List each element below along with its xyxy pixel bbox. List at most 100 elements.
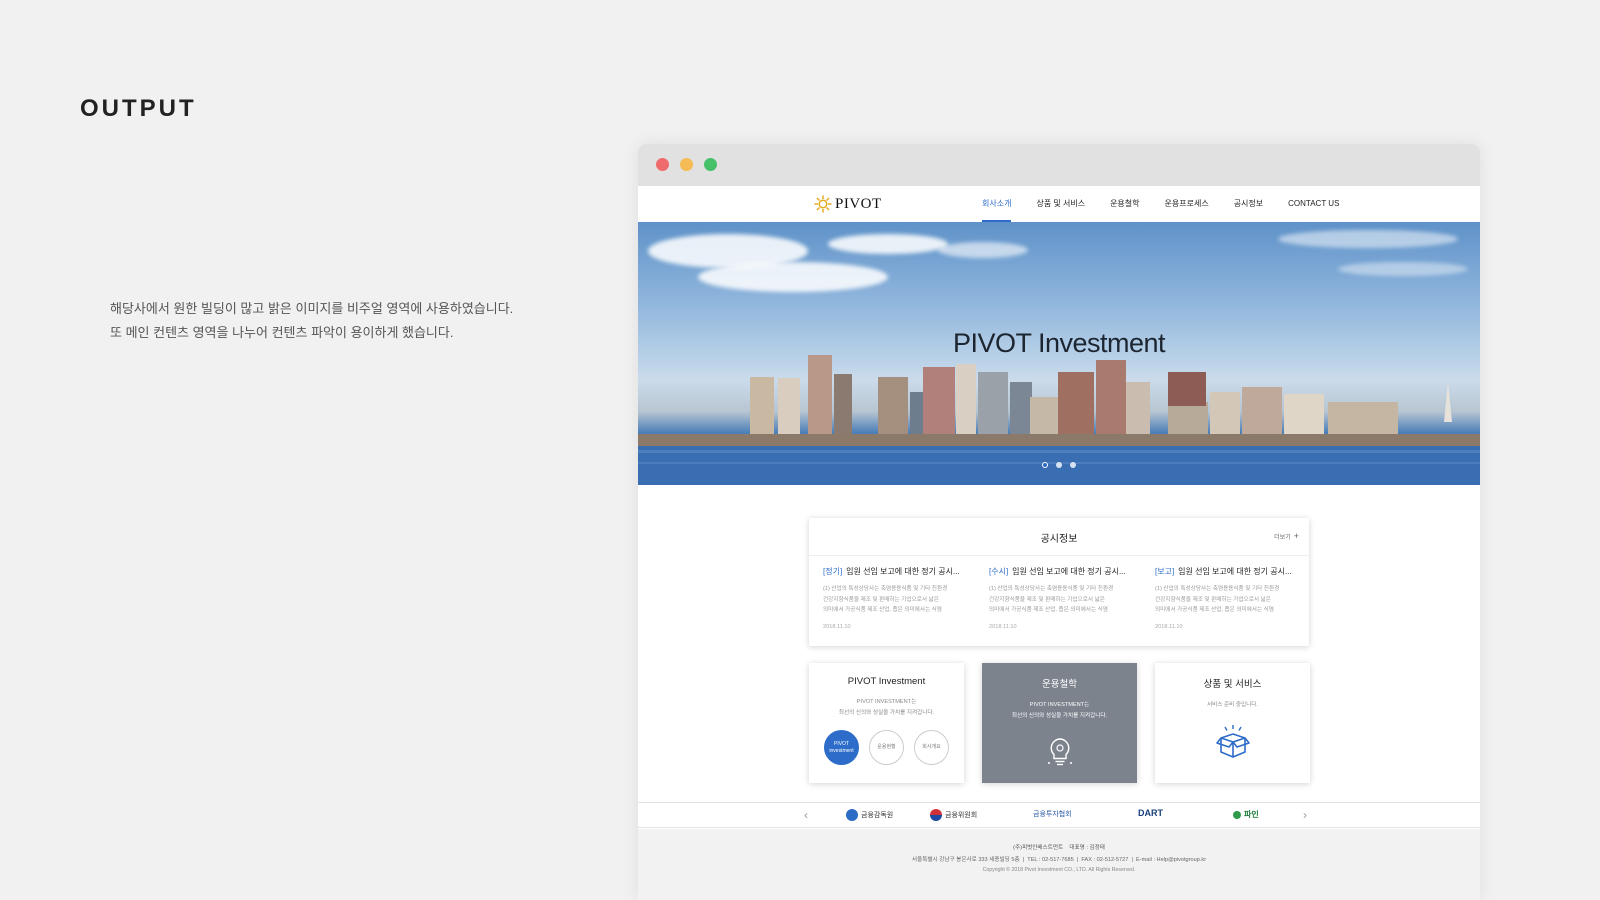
partner-label: 금융위원회 <box>945 812 978 819</box>
nav-item-contact[interactable]: CONTACT US <box>1288 186 1339 222</box>
minimize-window-dot[interactable] <box>680 158 693 171</box>
notice-body-line: (1) 산업의 특성상당사는 축염용용식품 및 기타 친환경 <box>989 586 1114 592</box>
partner-bar: ‹ 금융감독원 금융위원회 금융투자협회 DART 파인 › <box>638 802 1480 828</box>
notice-body-line: 의미에서 가공식품 제조 산업, 좁은 의미에서는 식염 <box>989 607 1108 613</box>
close-window-dot[interactable] <box>656 158 669 171</box>
card-subtitle: 서비스 준비 중입니다. <box>1155 700 1310 711</box>
description-line: 해당사에서 원한 빌딩이 많고 밝은 이미지를 비주얼 영역에 사용하였습니다. <box>110 301 514 316</box>
partner-fine[interactable]: 파인 <box>1233 809 1259 820</box>
lightbulb-gear-icon <box>1047 738 1072 766</box>
nav-item-process[interactable]: 운용프로세스 <box>1165 186 1209 222</box>
company-overview-circle[interactable]: 회사개요 <box>914 730 949 765</box>
globe-icon <box>846 809 858 821</box>
pivot-investment-circle[interactable]: PIVOT investment <box>824 730 859 765</box>
card-title: 상품 및 서비스 <box>1203 679 1262 690</box>
card-title: PIVOT Investment <box>847 676 926 687</box>
notice-body-line: 의미에서 가공식품 제조 산업, 좁은 의미에서는 식염 <box>1155 607 1274 613</box>
hero-visual: PIVOT Investment <box>638 222 1480 485</box>
notice-headline: 임원 선임 보고에 대한 정기 공시... <box>1178 567 1292 576</box>
notice-body: (1) 산업의 특성상당사는 축염용용식품 및 기타 친환경 건강지향식품을 제… <box>823 584 951 616</box>
notice-tag: [수시] <box>989 567 1009 576</box>
footer-email[interactable]: E-mail : Help@pivotgroup.kr <box>1136 857 1206 863</box>
nav-item-disclosure[interactable]: 공시정보 <box>1234 186 1263 222</box>
main-nav: 회사소개 상품 및 서비스 운용철학 운용프로세스 공시정보 CONTACT U… <box>982 186 1364 222</box>
partner-fss[interactable]: 금융감독원 <box>846 809 893 821</box>
notice-body: (1) 산업의 특성상당사는 축염용용식품 및 기타 친환경 건강지향식품을 제… <box>989 584 1117 616</box>
notice-board: 공시정보 더보기 + [정기] 임원 선임 보고에 대한 정기 공시... (1) … <box>809 518 1309 646</box>
investment-card: PIVOT Investment PIVOT INVESTMENT는 최선의 신… <box>809 663 964 783</box>
open-box-icon <box>1215 725 1250 758</box>
notice-title: 공시정보 <box>1040 534 1078 545</box>
products-card[interactable]: 상품 및 서비스 서비스 준비 중입니다. <box>1155 663 1310 783</box>
partner-kofia[interactable]: 금융투자협회 <box>1033 809 1072 819</box>
nav-item-products[interactable]: 상품 및 서비스 <box>1036 186 1085 222</box>
notice-body-line: 건강지향식품을 제조 및 판매하는 기업으로서 넓은 <box>823 596 939 603</box>
partner-fsc[interactable]: 금융위원회 <box>930 809 977 821</box>
logo-text: PIVOT <box>835 195 882 212</box>
description: 해당사에서 원한 빌딩이 많고 밝은 이미지를 비주얼 영역에 사용하였습니다.… <box>110 297 513 345</box>
more-label: 더보기 <box>1274 535 1291 541</box>
card-title: 운용철학 <box>1042 679 1077 690</box>
notice-headline: 임원 선임 보고에 대한 정기 공시... <box>1012 567 1126 576</box>
notice-date: 2018.11.10 <box>823 623 851 630</box>
plus-icon: + <box>1293 531 1299 541</box>
notice-body-line: (1) 산업의 특성상당사는 축염용용식품 및 기타 친환경 <box>1155 586 1280 592</box>
notice-body-line: 의미에서 가공식품 제조 산업, 좁은 의미에서는 식염 <box>823 607 942 613</box>
card-subtitle: PIVOT INVESTMENT는 최선의 신의와 성실을 가치를 지켜갑니다. <box>809 697 964 719</box>
sun-logo-icon <box>814 195 832 213</box>
site-footer: (주)피벗인베스트먼트 대표명 : 김정태 서울특별시 강남구 봉은사로 333… <box>638 829 1480 900</box>
card-subtitle-line: 최선의 신의와 성실을 가치를 지켜갑니다. <box>1011 713 1108 719</box>
card-subtitle: PIVOT INVESTMENT는 최선의 신의와 성실을 가치를 지켜갑니다. <box>982 700 1137 722</box>
notice-body: (1) 산업의 특성상당사는 축염용용식품 및 기타 친환경 건강지향식품을 제… <box>1155 584 1283 616</box>
more-link[interactable]: 더보기 + <box>1274 531 1299 541</box>
slider-dot[interactable] <box>1070 462 1076 468</box>
notice-item[interactable]: [보고] 임원 선임 보고에 대한 정기 공시... (1) 산업의 특성상당사는… <box>1155 566 1292 630</box>
card-subtitle-line: PIVOT INVESTMENT는 <box>856 699 917 705</box>
footer-address: 서울특별시 강남구 봉은사로 333 세종빌딩 5층 <box>911 857 1020 863</box>
footer-copyright: Copyright © 2018 Pivot Investment CO., L… <box>982 867 1136 873</box>
circle-label: PIVOT <box>833 740 849 747</box>
slider-dots <box>638 462 1480 468</box>
partner-label: DART <box>1138 808 1163 818</box>
partner-dart[interactable]: DART <box>1138 808 1163 818</box>
philosophy-card[interactable]: 운용철학 PIVOT INVESTMENT는 최선의 신의와 성실을 가치를 지… <box>982 663 1137 783</box>
main-content: 공시정보 더보기 + [정기] 임원 선임 보고에 대한 정기 공시... (1) … <box>638 485 1480 815</box>
notice-item-title: [수시] 임원 선임 보고에 대한 정기 공시... <box>989 566 1126 577</box>
footer-company: (주)피벗인베스트먼트 <box>1013 845 1064 851</box>
divider <box>809 555 1309 556</box>
next-arrow-icon[interactable]: › <box>1303 808 1307 822</box>
card-subtitle-line: 최선의 신의와 성실을 가치를 지켜갑니다. <box>838 710 935 716</box>
site-header: PIVOT 회사소개 상품 및 서비스 운용철학 운용프로세스 공시정보 CON… <box>638 186 1480 222</box>
slider-dot[interactable] <box>1056 462 1062 468</box>
circle-label: investment <box>829 747 854 754</box>
notice-tag: [보고] <box>1155 567 1175 576</box>
notice-item[interactable]: [정기] 임원 선임 보고에 대한 정기 공시... (1) 산업의 특성상당사는… <box>823 566 960 630</box>
card-subtitle-line: PIVOT INVESTMENT는 <box>1029 702 1090 708</box>
notice-body-line: (1) 산업의 특성상당사는 축염용용식품 및 기타 친환경 <box>823 586 948 592</box>
circle-links: PIVOT investment 운용현황 회사개요 <box>809 730 964 765</box>
footer-contact-line: 서울특별시 강남구 봉은사로 333 세종빌딩 5층 | TEL : 02-51… <box>911 857 1207 863</box>
maximize-window-dot[interactable] <box>704 158 717 171</box>
prev-arrow-icon[interactable]: ‹ <box>804 808 808 822</box>
partner-label: 금융투자협회 <box>1033 811 1072 818</box>
nav-item-philosophy[interactable]: 운용철학 <box>1110 186 1139 222</box>
footer-tel: TEL : 02-517-7685 <box>1027 857 1074 863</box>
notice-tag: [정기] <box>823 567 843 576</box>
footer-ceo: 대표명 : 김정태 <box>1069 845 1105 851</box>
page-heading: OUTPUT <box>80 95 197 122</box>
city-skyline-image <box>638 355 1480 485</box>
partner-label: 금융감독원 <box>861 812 894 819</box>
operations-status-circle[interactable]: 운용현황 <box>869 730 904 765</box>
card-subtitle-line: 서비스 준비 중입니다. <box>1207 702 1258 708</box>
notice-headline: 임원 선임 보고에 대한 정기 공시... <box>846 567 960 576</box>
footer-company-line: (주)피벗인베스트먼트 대표명 : 김정태 <box>638 843 1480 851</box>
description-line: 또 메인 컨텐츠 영역을 나누어 컨텐츠 파악이 용이하게 했습니다. <box>110 325 454 340</box>
notice-item-title: [정기] 임원 선임 보고에 대한 정기 공시... <box>823 566 960 577</box>
notice-item[interactable]: [수시] 임원 선임 보고에 대한 정기 공시... (1) 산업의 특성상당사는… <box>989 566 1126 630</box>
nav-item-company[interactable]: 회사소개 <box>982 186 1012 222</box>
notice-item-title: [보고] 임원 선임 보고에 대한 정기 공시... <box>1155 566 1292 577</box>
slider-dot[interactable] <box>1042 462 1048 468</box>
site-logo[interactable]: PIVOT <box>814 195 882 213</box>
notice-date: 2018.11.10 <box>1155 623 1183 630</box>
leaf-icon <box>1233 810 1241 819</box>
